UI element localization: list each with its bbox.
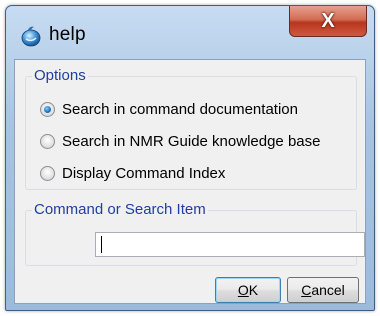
radio-label: Search in command documentation	[62, 101, 298, 118]
cancel-label-rest: ancel	[311, 282, 345, 298]
radio-label: Display Command Index	[62, 165, 226, 182]
ok-mnemonic: O	[237, 282, 249, 298]
close-icon: X	[321, 9, 335, 32]
dialog-body: Options Search in command documentation …	[14, 59, 366, 304]
text-caret	[101, 236, 102, 253]
ok-label-rest: K	[248, 282, 259, 298]
radio-search-command-docs[interactable]: Search in command documentation	[40, 101, 298, 118]
search-group-label: Command or Search Item	[32, 201, 208, 218]
radio-button-checked[interactable]	[40, 102, 55, 117]
title-bar[interactable]: help X	[6, 6, 374, 58]
radio-display-command-index[interactable]: Display Command Index	[40, 165, 225, 182]
options-group-label: Options	[32, 67, 88, 84]
radio-button[interactable]	[40, 166, 55, 181]
window-title: help	[49, 24, 86, 45]
close-button[interactable]: X	[289, 6, 367, 37]
ok-button[interactable]: OK	[215, 277, 281, 303]
app-icon	[21, 26, 41, 47]
command-search-input[interactable]	[95, 232, 365, 257]
cancel-mnemonic: C	[301, 282, 312, 298]
cancel-button[interactable]: Cancel	[287, 277, 359, 303]
radio-button[interactable]	[40, 134, 55, 149]
options-group: Options Search in command documentation …	[25, 67, 357, 190]
radio-search-nmr-guide[interactable]: Search in NMR Guide knowledge base	[40, 133, 320, 150]
radio-label: Search in NMR Guide knowledge base	[62, 133, 321, 150]
help-dialog-window: help X Options Search in command documen…	[5, 5, 375, 311]
